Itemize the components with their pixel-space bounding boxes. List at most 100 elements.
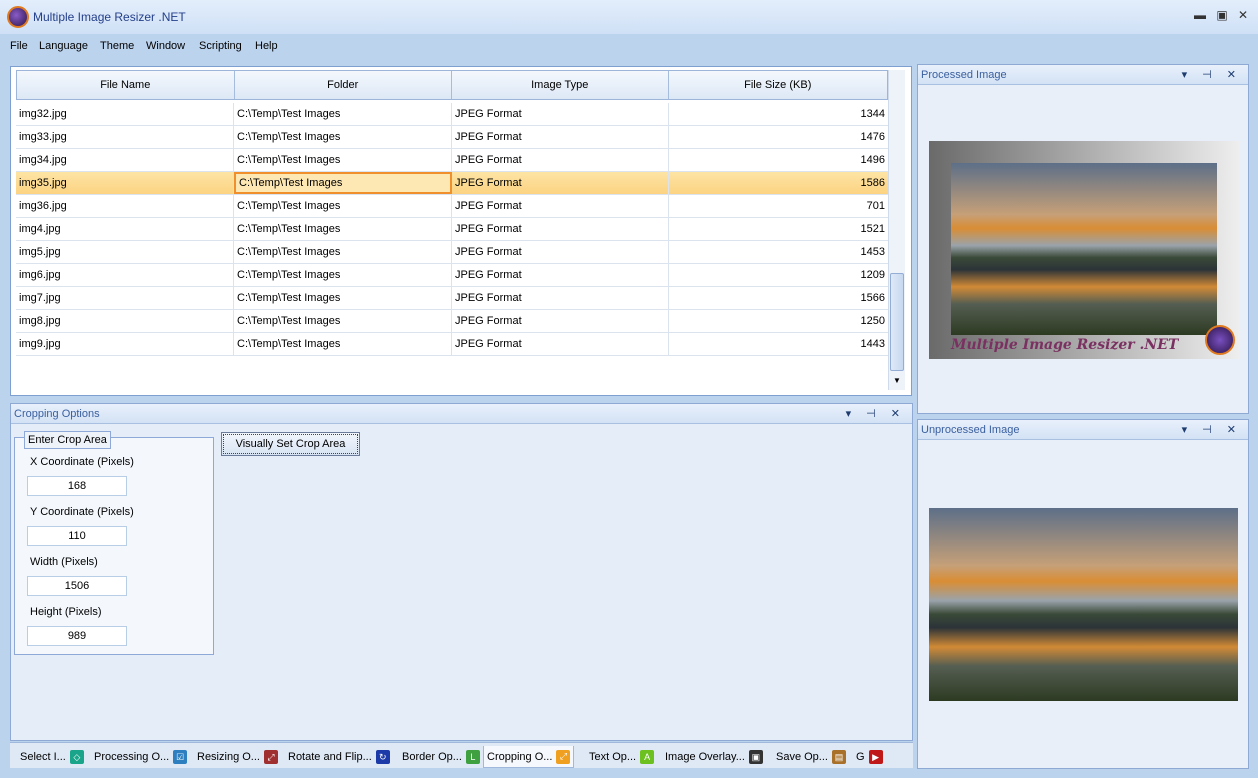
tab-resizing-o[interactable]: Resizing O... ⤢ [197, 746, 278, 768]
cell-file-size[interactable]: 1250 [669, 310, 888, 332]
pane-controls-icon[interactable]: ▾ ⊣ ✕ [1182, 68, 1242, 81]
maximize-button[interactable]: ▣ [1214, 8, 1230, 22]
tab-cropping-o[interactable]: Cropping O... ⤢ [483, 746, 575, 768]
menu-theme[interactable]: Theme [100, 40, 134, 52]
cell-file-size[interactable]: 1521 [669, 218, 888, 240]
cell-image-type[interactable]: JPEG Format [452, 241, 669, 263]
x-label: X Coordinate (Pixels) [30, 456, 134, 468]
width-input[interactable]: 1506 [27, 576, 127, 596]
cell-image-type[interactable]: JPEG Format [452, 172, 669, 194]
cell-folder[interactable]: C:\Temp\Test Images [234, 218, 452, 240]
cell-file-name[interactable]: img34.jpg [16, 149, 234, 171]
table-row[interactable]: img4.jpg C:\Temp\Test Images JPEG Format 15… [16, 218, 888, 241]
tab-rotate-and-flip[interactable]: Rotate and Flip... ↻ [288, 746, 390, 768]
menu-window[interactable]: Window [146, 40, 185, 52]
cell-folder[interactable]: C:\Temp\Test Images [234, 310, 452, 332]
crop-area-group: Enter Crop Area X Coordinate (Pixels) 16… [14, 431, 214, 655]
pane-controls-icon[interactable]: ▾ ⊣ ✕ [1182, 423, 1242, 436]
pane-controls-icon[interactable]: ▾ ⊣ ✕ [846, 407, 906, 420]
y-coordinate-input[interactable]: 110 [27, 526, 127, 546]
cell-image-type[interactable]: JPEG Format [452, 126, 669, 148]
cell-folder[interactable]: C:\Temp\Test Images [234, 264, 452, 286]
tab-text-op[interactable]: Text Op... A [589, 746, 655, 768]
cell-file-size[interactable]: 1476 [669, 126, 888, 148]
visually-set-crop-area-button[interactable]: Visually Set Crop Area [221, 432, 360, 456]
tab-icon: A [640, 750, 655, 764]
tab-label: Processing O... [94, 751, 170, 763]
cell-file-size[interactable]: 1586 [669, 172, 888, 194]
cell-image-type[interactable]: JPEG Format [452, 333, 669, 355]
tab-image-overlay[interactable]: Image Overlay... ▣ [665, 746, 763, 768]
cell-file-size[interactable]: 1209 [669, 264, 888, 286]
cell-folder[interactable]: C:\Temp\Test Images [234, 195, 452, 217]
cell-file-size[interactable]: 1566 [669, 287, 888, 309]
cell-folder[interactable]: C:\Temp\Test Images [234, 149, 452, 171]
pane-title: Unprocessed Image [921, 424, 1020, 436]
cell-image-type[interactable]: JPEG Format [452, 264, 669, 286]
cell-file-size[interactable]: 1443 [669, 333, 888, 355]
cell-file-size[interactable]: 1496 [669, 149, 888, 171]
menu-scripting[interactable]: Scripting [199, 40, 242, 52]
table-row[interactable]: img35.jpg C:\Temp\Test Images JPEG Format 1… [16, 172, 888, 195]
cell-folder[interactable]: C:\Temp\Test Images [234, 287, 452, 309]
cell-file-name[interactable]: img9.jpg [16, 333, 234, 355]
cell-file-name[interactable]: img4.jpg [16, 218, 234, 240]
table-row[interactable]: img33.jpg C:\Temp\Test Images JPEG Format 1… [16, 126, 888, 149]
cell-file-name[interactable]: img6.jpg [16, 264, 234, 286]
column-image-type[interactable]: Image Type [452, 71, 669, 99]
tab-save-op[interactable]: Save Op... ▤ [776, 746, 846, 768]
column-folder[interactable]: Folder [235, 71, 452, 99]
cell-image-type[interactable]: JPEG Format [452, 287, 669, 309]
close-button[interactable]: ✕ [1235, 8, 1251, 22]
cell-image-type[interactable]: JPEG Format [452, 103, 669, 125]
tab-border-op[interactable]: Border Op... L [402, 746, 480, 768]
column-file-size[interactable]: File Size (KB) [669, 71, 888, 99]
cell-image-type[interactable]: JPEG Format [452, 218, 669, 240]
menu-file[interactable]: File [10, 40, 28, 52]
x-coordinate-input[interactable]: 168 [27, 476, 127, 496]
menu-language[interactable]: Language [39, 40, 88, 52]
width-label: Width (Pixels) [30, 556, 98, 568]
cell-file-name[interactable]: img8.jpg [16, 310, 234, 332]
cell-file-name[interactable]: img33.jpg [16, 126, 234, 148]
height-input[interactable]: 989 [27, 626, 127, 646]
cell-file-name[interactable]: img32.jpg [16, 103, 234, 125]
pane-title: Processed Image [921, 69, 1007, 81]
cell-folder[interactable]: C:\Temp\Test Images [234, 126, 452, 148]
cell-file-name[interactable]: img36.jpg [16, 195, 234, 217]
cell-file-size[interactable]: 1453 [669, 241, 888, 263]
cell-file-size[interactable]: 701 [669, 195, 888, 217]
cell-file-name[interactable]: img5.jpg [16, 241, 234, 263]
cell-file-name[interactable]: img35.jpg [16, 172, 234, 194]
minimize-button[interactable]: ▬ [1192, 8, 1208, 22]
scroll-down-icon[interactable]: ▼ [893, 376, 901, 385]
tab-g[interactable]: G ▶ [856, 746, 883, 768]
tab-select-i[interactable]: Select I... ◇ [20, 746, 84, 768]
options-tab-strip: Select I... ◇ Processing O... ☑ Resizing O..… [10, 742, 913, 768]
table-row[interactable]: img32.jpg C:\Temp\Test Images JPEG Format 1… [16, 103, 888, 126]
table-row[interactable]: img6.jpg C:\Temp\Test Images JPEG Format 12… [16, 264, 888, 287]
menu-help[interactable]: Help [255, 40, 278, 52]
cell-file-name[interactable]: img7.jpg [16, 287, 234, 309]
menu-bar: File Language Theme Window Scripting Hel… [0, 36, 1258, 56]
cell-image-type[interactable]: JPEG Format [452, 149, 669, 171]
table-row[interactable]: img9.jpg C:\Temp\Test Images JPEG Format 14… [16, 333, 888, 356]
cell-folder[interactable]: C:\Temp\Test Images [234, 333, 452, 355]
tab-label: Rotate and Flip... [288, 751, 372, 763]
column-file-name[interactable]: File Name [17, 71, 235, 99]
scrollbar-thumb[interactable] [890, 273, 904, 371]
cell-folder[interactable]: C:\Temp\Test Images [234, 241, 452, 263]
cell-folder[interactable]: C:\Temp\Test Images [234, 172, 452, 194]
table-row[interactable]: img7.jpg C:\Temp\Test Images JPEG Format 15… [16, 287, 888, 310]
cell-file-size[interactable]: 1344 [669, 103, 888, 125]
table-row[interactable]: img5.jpg C:\Temp\Test Images JPEG Format 14… [16, 241, 888, 264]
pane-header: Unprocessed Image ▾ ⊣ ✕ [918, 420, 1248, 440]
cell-image-type[interactable]: JPEG Format [452, 195, 669, 217]
tab-processing-o[interactable]: Processing O... ☑ [94, 746, 188, 768]
watermark-logo-icon [1205, 325, 1235, 355]
table-row[interactable]: img36.jpg C:\Temp\Test Images JPEG Format 7… [16, 195, 888, 218]
cell-image-type[interactable]: JPEG Format [452, 310, 669, 332]
table-row[interactable]: img8.jpg C:\Temp\Test Images JPEG Format 12… [16, 310, 888, 333]
cell-folder[interactable]: C:\Temp\Test Images [234, 103, 452, 125]
table-row[interactable]: img34.jpg C:\Temp\Test Images JPEG Format 1… [16, 149, 888, 172]
